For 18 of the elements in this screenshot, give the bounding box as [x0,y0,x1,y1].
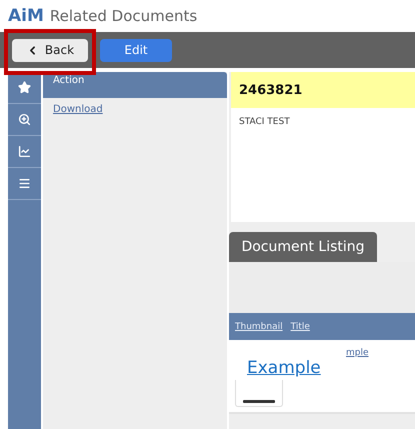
line-chart-icon [18,145,31,158]
column-header[interactable]: Thumbnail [235,322,283,332]
star-icon [18,81,31,94]
column-header[interactable]: Title [290,322,310,332]
edit-button[interactable]: Edit [100,38,172,62]
example-link[interactable]: Example [247,358,321,378]
thumbnail [235,380,283,407]
back-button[interactable]: Back [12,38,88,62]
page-title: Related Documents [50,7,198,25]
listing-tab[interactable]: Document Listing [229,232,377,262]
menu-icon [18,177,31,190]
title-link[interactable]: mple [346,348,369,358]
download-link[interactable]: Download [53,104,103,115]
record-description: STACI TEST [238,116,291,129]
app-logo: AiM [8,6,44,26]
record-number: 2463821 [231,72,415,108]
zoom-in-icon [18,113,31,126]
action-header: Action [43,72,227,98]
